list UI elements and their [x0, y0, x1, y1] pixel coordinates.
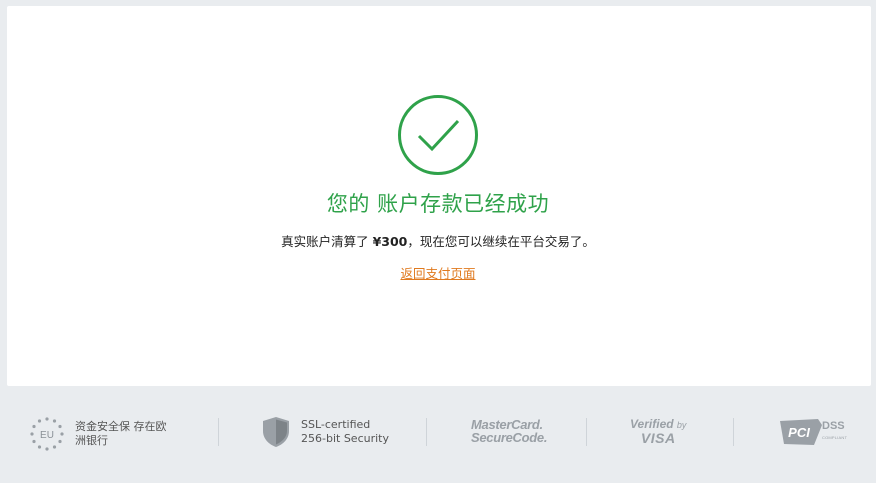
pci-dss-logo: PCI DSS COMPLIANT [778, 417, 847, 447]
success-title: 您的 账户存款已经成功 [326, 192, 550, 216]
visa-verified-text: Verified [630, 417, 674, 431]
eu-icon-text: EU [40, 430, 54, 441]
success-check-icon [398, 95, 478, 175]
ssl-badge-label: SSL-certified 256-bit Security [301, 418, 389, 446]
pci-compliant-text: COMPLIANT [822, 435, 848, 440]
footer-trust-badges: EU 资金安全保 存在欧 洲银行 SSL-certified 256-bit S… [0, 386, 876, 483]
visa-by-text: by [676, 420, 687, 430]
ssl-badge-line1: SSL-certified [301, 418, 371, 431]
eu-stars-icon: EU [30, 417, 64, 451]
shield-icon [263, 417, 289, 447]
visa-text: VISA [640, 430, 676, 446]
pci-mark-text: PCI [788, 425, 810, 440]
back-to-payment-link[interactable]: 返回支付页面 [400, 266, 475, 281]
footer-divider [218, 418, 219, 446]
mastercard-line2: SecureCode. [471, 430, 548, 445]
pci-shield-icon: PCI [780, 419, 822, 445]
back-link-container: 返回支付页面 [0, 263, 876, 282]
ssl-badge-line2: 256-bit Security [301, 432, 389, 445]
verified-by-visa-logo: Verified by VISA [630, 417, 687, 446]
eu-badge-line2: 洲银行 [75, 434, 108, 447]
eu-badge-line1: 资金安全保 存在欧 [75, 420, 167, 433]
pci-dss-text: DSS [822, 420, 845, 432]
ssl-badge: SSL-certified 256-bit Security [262, 416, 389, 448]
eu-badge-label: 资金安全保 存在欧 洲银行 [75, 420, 167, 448]
footer-divider [733, 418, 734, 446]
footer-divider [426, 418, 427, 446]
success-message: 真实账户清算了 ¥300，现在您可以继续在平台交易了。 [0, 231, 876, 250]
eu-bank-badge: EU 资金安全保 存在欧 洲银行 [29, 416, 167, 452]
mastercard-securecode-logo: MasterCard. SecureCode. [471, 418, 547, 444]
message-prefix: 真实账户清算了 [281, 234, 373, 249]
message-suffix: ，现在您可以继续在平台交易了。 [407, 234, 595, 249]
footer-divider [586, 418, 587, 446]
deposit-amount: ¥300 [372, 234, 408, 249]
